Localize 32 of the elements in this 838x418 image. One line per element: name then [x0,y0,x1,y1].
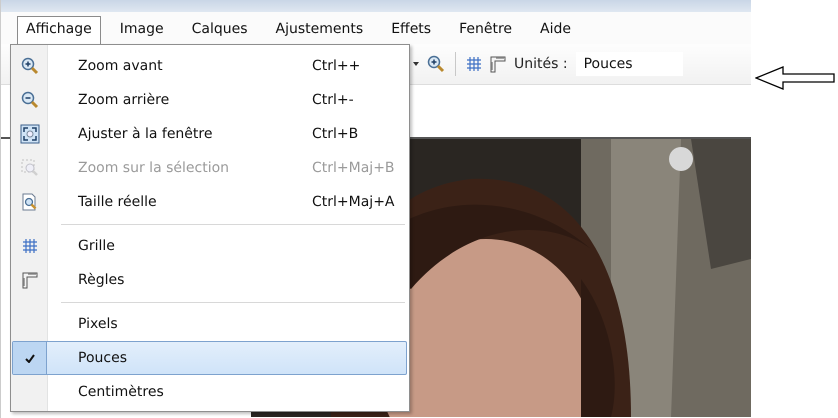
units-dropdown[interactable]: Pouces [576,52,683,76]
grid-button[interactable] [466,56,482,72]
zoom-out-icon [21,91,39,109]
zoom-selection-icon [21,159,39,177]
menu-command[interactable]: Zoom avant Ctrl++ [12,49,407,83]
menu-item[interactable]: Affichage [17,16,101,44]
ruler-icon [22,272,38,288]
ruler-icon [490,56,506,72]
menu-item[interactable]: Calques [182,16,257,44]
grid-icon [22,238,38,254]
ruler-button[interactable] [490,56,506,72]
zoom-in-icon [21,57,39,75]
menu-command[interactable]: Grille [12,229,407,263]
menu-item[interactable]: Effets [382,16,440,44]
menu-item[interactable]: Ajustements [266,16,372,44]
zoom-in-icon [427,55,445,73]
menu-item[interactable]: Fenêtre [450,16,522,44]
menu-command[interactable]: Ajuster à la fenêtre Ctrl+B [12,117,407,151]
menu-option[interactable]: Pixels [12,307,407,341]
menu-command[interactable]: Zoom arrière Ctrl+- [12,83,407,117]
fit-window-icon [20,124,40,144]
menu-command[interactable]: Taille réelle Ctrl+Maj+A [12,185,407,219]
menu-option[interactable]: Pouces [12,341,407,375]
grid-icon [466,56,482,72]
menu-option[interactable]: Centimètres [12,375,407,409]
page-magnifier-icon [21,193,39,211]
menu-command[interactable]: Règles [12,263,407,297]
zoom-in-button[interactable] [427,55,445,73]
menu-item[interactable]: Aide [531,16,580,44]
caret-icon[interactable] [413,62,419,66]
menu-item[interactable]: Image [110,16,173,44]
units-label: Unités : [514,56,568,72]
